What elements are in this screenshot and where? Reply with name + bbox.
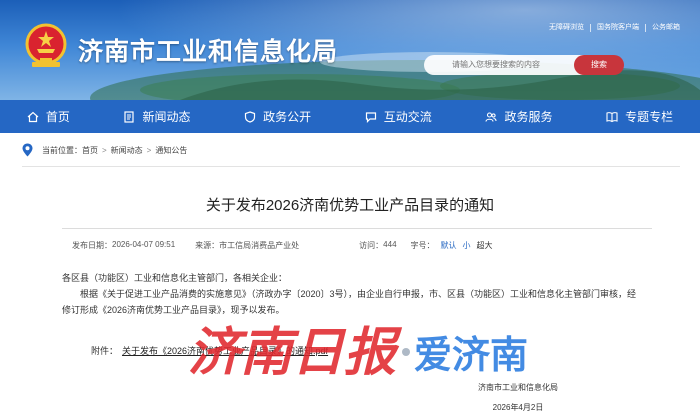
attachment-label: 附件： [91, 346, 119, 356]
national-emblem-icon [25, 23, 67, 67]
article-meta: 发布日期： 2026-04-07 09:51 来源： 市工信局消费品产业处 访问… [72, 240, 493, 251]
jinan-daily-watermark-logo: 济南日报 [188, 322, 403, 383]
breadcrumb-separator: > [102, 145, 107, 155]
nav-item-interaction[interactable]: 互动交流 [365, 108, 432, 125]
watermark-right-text: 爱济南 [414, 333, 528, 377]
breadcrumb-prefix: 当前位置： [42, 145, 82, 155]
breadcrumb-separator: > [146, 145, 152, 155]
nav-item-gov-info[interactable]: 政务公开 [244, 108, 311, 125]
accessibility-link[interactable]: 无障碍浏览 [543, 24, 590, 32]
nav-item-label: 政务服务 [504, 110, 553, 124]
newspaper-watermark: 济南日报 爱济南 [188, 322, 528, 383]
breadcrumb-notices[interactable]: 通知公告 [155, 145, 187, 156]
nav-item-label: 新闻动态 [142, 110, 191, 124]
watermark-left-text: 济南日报 [188, 322, 403, 383]
people-icon [485, 111, 497, 122]
watermark-dot [402, 348, 410, 356]
nav-item-label: 首页 [45, 110, 70, 124]
fontsize-large-button[interactable]: 超大 [477, 240, 493, 251]
site-header: 济南市工业和信息化局 无障碍浏览 国务院客户端 公务邮箱 搜索 [0, 0, 700, 100]
breadcrumb-news[interactable]: 新闻动态 [111, 145, 143, 156]
site-title: 济南市工业和信息化局 [78, 38, 339, 66]
divider [22, 166, 680, 167]
publish-date: 2026-04-07 09:51 [112, 240, 176, 249]
fontsize-label: 字号： [410, 241, 435, 250]
state-council-app-link[interactable]: 国务院客户端 [590, 24, 645, 32]
visits-label: 访问： [359, 241, 384, 250]
ai-jinan-watermark-logo: 爱济南 [414, 333, 528, 377]
source-label: 来源： [195, 241, 220, 250]
publish-label: 发布日期： [72, 241, 112, 250]
signature-date: 2026年4月2日 [492, 403, 544, 412]
nav-item-label: 专题专栏 [625, 110, 674, 124]
breadcrumb-home[interactable]: 首页 [82, 145, 98, 156]
salutation: 各区县（功能区）工业和信息化主管部门，各相关企业： [62, 273, 288, 283]
nav-item-topics[interactable]: 专题专栏 [606, 108, 673, 125]
visits-count: 444 [383, 240, 397, 249]
location-pin-icon [22, 143, 33, 157]
official-mail-link[interactable]: 公务邮箱 [645, 24, 686, 32]
source-value: 市工信局消费品产业处 [219, 241, 300, 250]
shield-icon [245, 110, 256, 123]
main-nav: 首页 新闻动态 政务公开 互动交流 政务服务 专题专栏 [0, 100, 700, 133]
chat-icon [365, 111, 376, 123]
article-title: 关于发布2026济南优势工业产品目录的通知 [205, 197, 495, 214]
top-links: 无障碍浏览 国务院客户端 公务邮箱 [543, 24, 686, 32]
document-icon [124, 110, 135, 123]
home-icon [27, 111, 39, 122]
nav-item-news[interactable]: 新闻动态 [123, 108, 190, 125]
search-input[interactable] [424, 55, 584, 75]
nav-item-services[interactable]: 政务服务 [485, 108, 552, 125]
divider [62, 228, 652, 229]
nav-item-label: 政务公开 [263, 110, 312, 124]
book-icon [606, 111, 618, 122]
fontsize-default-button[interactable]: 默认 [441, 240, 457, 251]
nav-item-label: 互动交流 [383, 110, 432, 124]
fontsize-small-button[interactable]: 小 [463, 240, 471, 251]
breadcrumb: 当前位置： 首页 > 新闻动态 > 通知公告 [22, 143, 187, 157]
nav-item-home[interactable]: 首页 [27, 108, 70, 125]
search-button[interactable]: 搜索 [574, 55, 624, 75]
